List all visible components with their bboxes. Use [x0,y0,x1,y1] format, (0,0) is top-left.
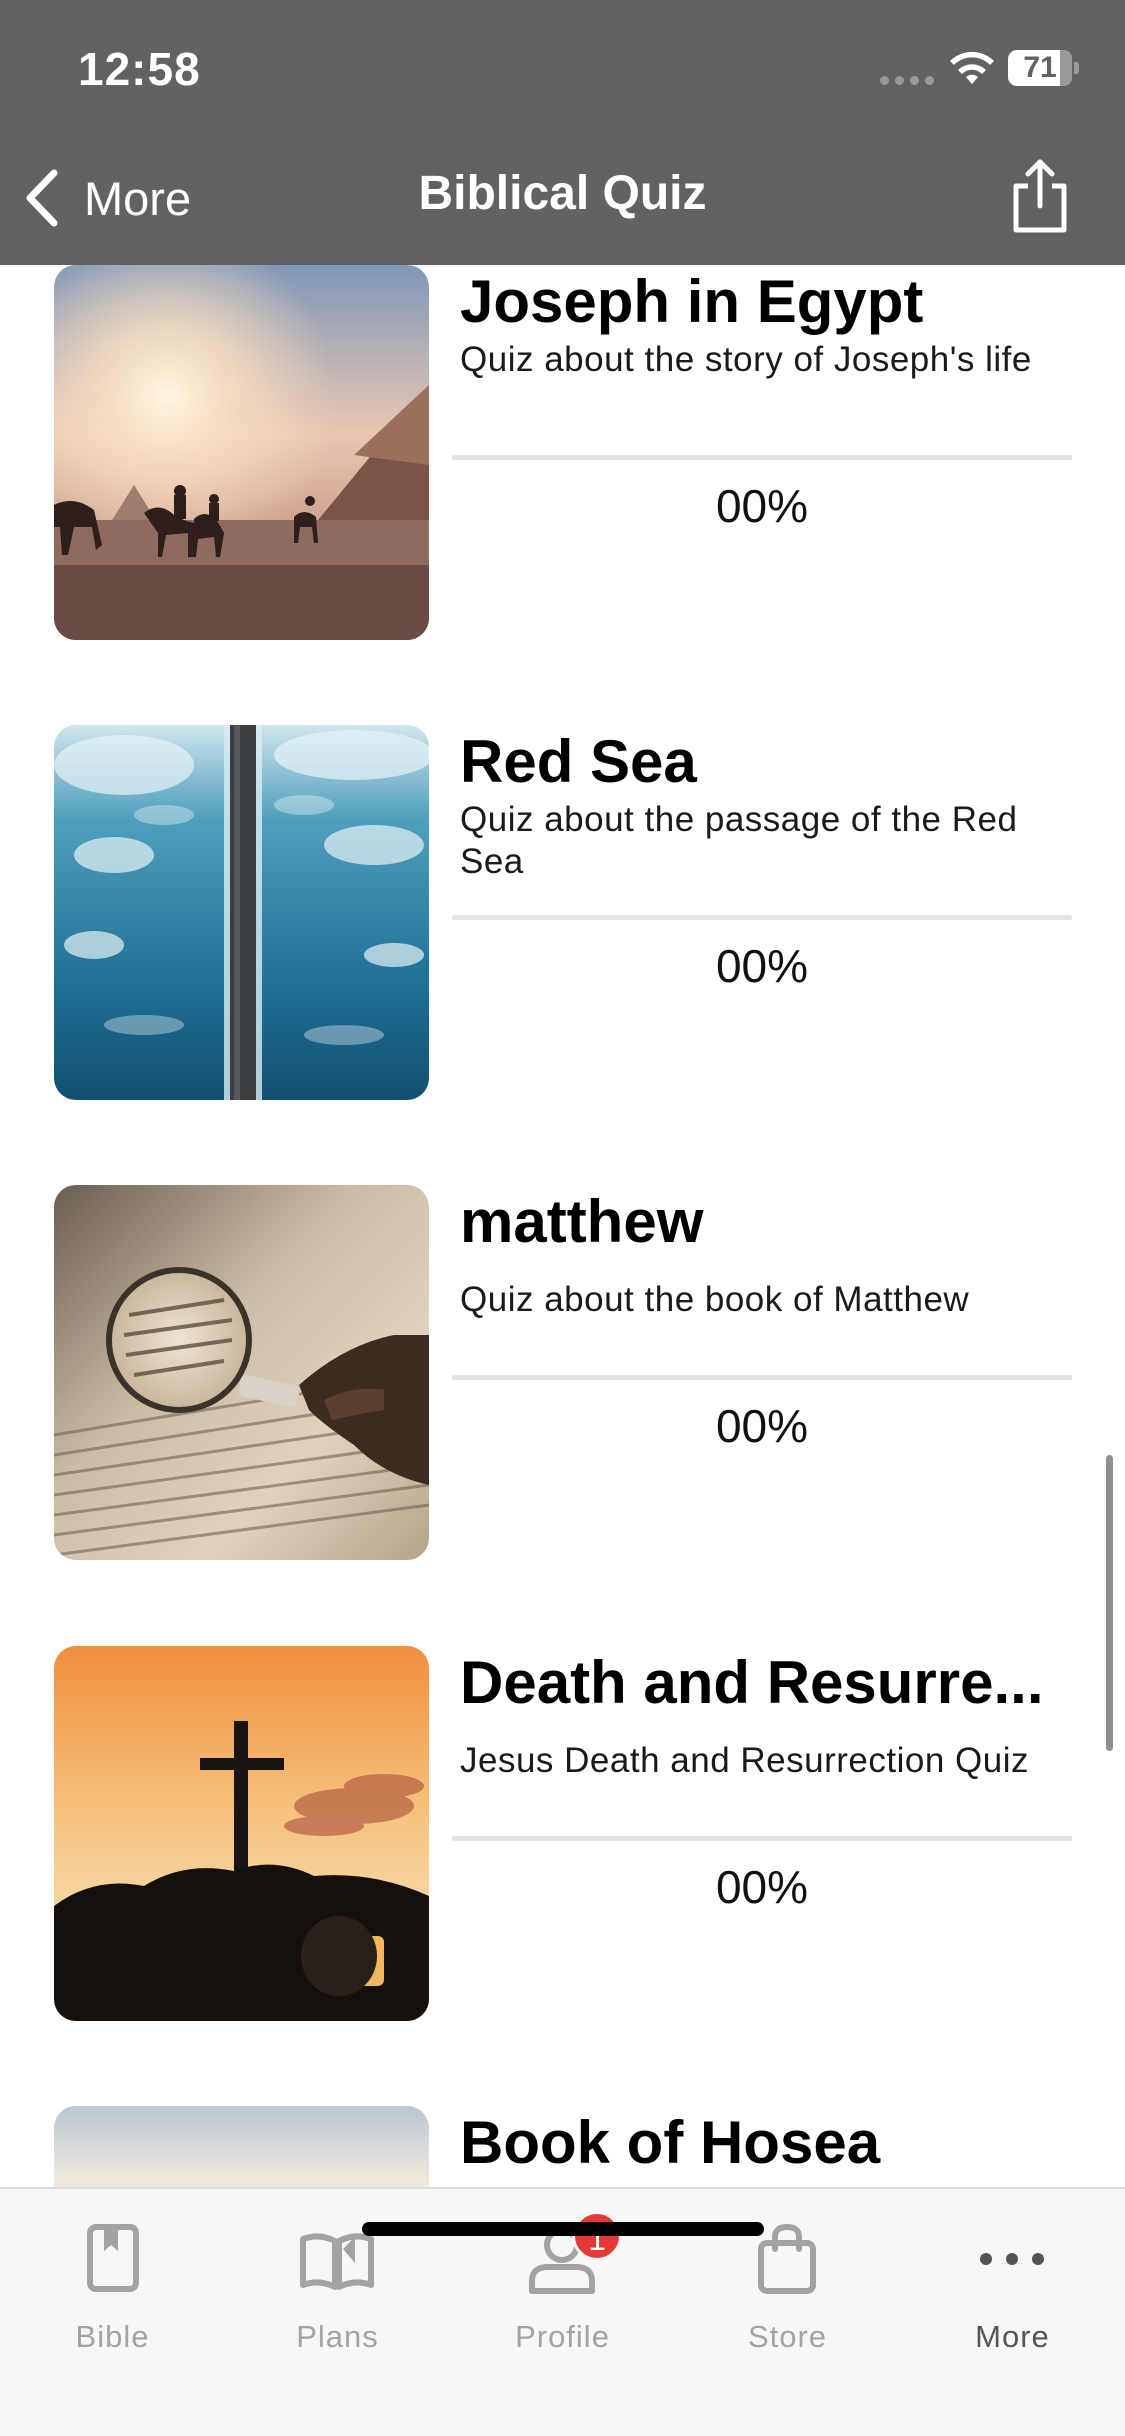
quiz-progress: 00% [715,480,809,532]
cellular-signal-icon [880,76,938,86]
quiz-item-death-and-resurrection[interactable]: Death and Resurre... Jesus Death and Res… [0,1646,1125,2021]
back-button[interactable]: More [22,165,191,231]
quiz-subtitle: Quiz about the book of Matthew [460,1280,970,1319]
tab-bible[interactable]: Bible [0,2209,225,2359]
cross-on-hill-image [54,1646,429,2021]
book-icon [87,2224,139,2292]
parted-sea-image [54,725,429,1100]
quiz-subtitle: Quiz about the story of Joseph's life [460,340,1032,379]
quiz-title: Joseph in Egypt [460,268,924,335]
quiz-list[interactable]: Joseph in Egypt Quiz about the story of … [0,265,1125,2187]
quiz-divider [452,1375,1072,1380]
wifi-icon [950,51,994,84]
tab-label: Store [747,2319,828,2354]
quiz-title: Red Sea [460,728,697,795]
status-time: 12:58 [78,43,201,95]
quiz-title: Book of Hosea [460,2109,881,2176]
quiz-subtitle: Quiz about the passage of the Red Sea [460,800,1018,881]
quiz-progress: 00% [715,1400,809,1452]
tab-label: More [975,2319,1050,2354]
quiz-thumbnail [54,1646,429,2021]
quiz-divider [452,915,1072,920]
quiz-item-red-sea[interactable]: Red Sea Quiz about the passage of the Re… [0,725,1125,1100]
share-icon[interactable] [1006,156,1074,236]
quiz-subtitle: Jesus Death and Resurrection Quiz [460,1741,1029,1780]
battery-level: 71 [1023,51,1057,84]
quiz-divider [452,455,1072,460]
battery-icon: 71 [1008,50,1079,86]
chevron-left-icon [26,169,58,227]
quiz-title: Death and Resurre... [460,1649,1044,1716]
tab-more[interactable]: More [900,2209,1125,2359]
notification-badge: 1 [572,2211,622,2261]
quiz-item-matthew[interactable]: matthew Quiz about the book of Matthew 0… [0,1185,1125,1560]
quiz-thumbnail [54,265,429,640]
tab-label: Profile [515,2319,610,2354]
quiz-progress: 00% [715,1861,809,1913]
quiz-thumbnail [54,725,429,1100]
quiz-title: matthew [460,1188,704,1255]
sky-gradient-image [54,2106,429,2187]
quiz-progress: 00% [715,940,809,992]
quiz-item-book-of-hosea[interactable]: Book of Hosea [0,2106,1125,2187]
quiz-thumbnail [54,1185,429,1560]
tab-label: Bible [75,2319,150,2354]
home-indicator[interactable] [362,2222,764,2236]
more-dots-icon [980,2253,1044,2265]
back-label: More [84,171,192,225]
scrollbar[interactable] [1106,1455,1113,1751]
magnifying-glass-scroll-image [54,1185,429,1560]
quiz-item-joseph-in-egypt[interactable]: Joseph in Egypt Quiz about the story of … [0,265,1125,640]
quiz-divider [452,1836,1072,1841]
quiz-thumbnail [54,2106,429,2187]
tab-label: Plans [296,2319,379,2354]
navigation-header: 12:58 71 More Biblical Quiz [0,0,1125,265]
desert-pyramids-image [54,265,429,640]
